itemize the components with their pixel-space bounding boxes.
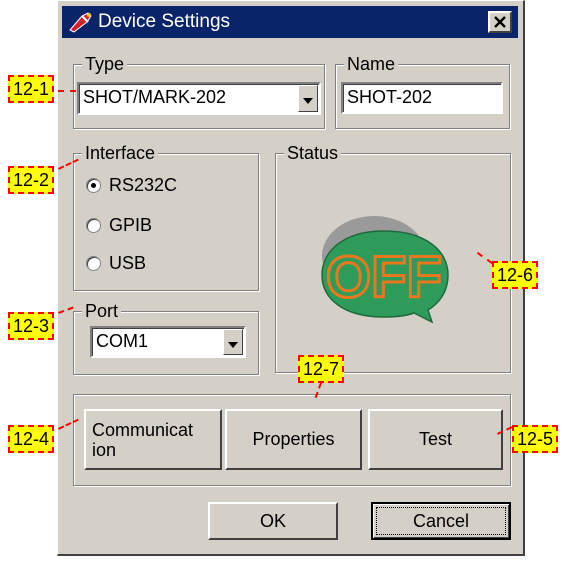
type-label: Type <box>82 53 128 75</box>
radio-usb-label: USB <box>109 252 147 273</box>
cancel-button[interactable]: Cancel <box>371 502 511 540</box>
port-dropdown-button[interactable] <box>223 329 243 355</box>
callout-12-7: 12-7 <box>298 355 345 383</box>
properties-button[interactable]: Properties <box>225 409 362 470</box>
power-status-icon: OFF <box>321 216 449 324</box>
chevron-down-icon <box>228 332 238 353</box>
callout-12-2: 12-2 <box>8 166 55 194</box>
action-buttons-group: Communicat ion Properties Test <box>73 394 511 486</box>
callout-12-3: 12-3 <box>8 312 55 340</box>
title-bar[interactable]: Device Settings <box>62 6 518 38</box>
port-group: Port COM1 <box>73 300 259 375</box>
callout-leader-12-1 <box>58 90 76 92</box>
type-dropdown-button[interactable] <box>298 85 318 112</box>
port-label: Port <box>82 300 122 322</box>
callout-12-4: 12-4 <box>8 425 55 453</box>
ok-button-label: OK <box>259 510 286 531</box>
cancel-button-label: Cancel <box>412 510 470 531</box>
type-group: Type SHOT/MARK-202 <box>73 53 325 129</box>
status-off-text: OFF <box>326 245 442 310</box>
callout-12-5: 12-5 <box>512 425 559 453</box>
radio-gpib[interactable]: GPIB <box>86 213 152 237</box>
chevron-down-icon <box>303 88 313 109</box>
window-title: Device Settings <box>98 11 231 32</box>
name-field[interactable]: SHOT-202 <box>341 82 503 114</box>
radio-rs232c-label: RS232C <box>109 174 178 195</box>
radio-rs232c[interactable]: RS232C <box>86 173 177 197</box>
status-group: Status OFF <box>275 142 511 373</box>
radio-button-icon <box>86 217 101 233</box>
communication-button[interactable]: Communicat ion <box>84 409 222 470</box>
type-select-value: SHOT/MARK-202 <box>83 87 227 107</box>
close-button[interactable] <box>488 11 512 33</box>
radio-button-icon <box>86 177 101 193</box>
radio-button-icon <box>86 255 101 271</box>
port-select-value: COM1 <box>96 331 149 351</box>
radio-gpib-label: GPIB <box>109 214 153 235</box>
status-label: Status <box>284 142 342 164</box>
name-label: Name <box>344 53 399 75</box>
device-settings-dialog: Device Settings Type SHOT/MARK-202 Name … <box>57 0 525 556</box>
callout-12-1: 12-1 <box>8 75 55 103</box>
close-icon <box>494 12 506 33</box>
test-button-label: Test <box>418 429 452 449</box>
test-button[interactable]: Test <box>368 409 503 470</box>
interface-label: Interface <box>82 142 159 164</box>
name-group: Name SHOT-202 <box>335 53 510 129</box>
ok-button[interactable]: OK <box>208 502 338 540</box>
communication-button-label-2: ion <box>92 439 117 460</box>
interface-group: Interface RS232C GPIB USB <box>73 142 259 291</box>
callout-12-6: 12-6 <box>492 261 539 289</box>
port-select[interactable]: COM1 <box>90 326 246 358</box>
status-indicator: OFF <box>314 209 464 329</box>
type-select[interactable]: SHOT/MARK-202 <box>77 82 321 115</box>
radio-usb[interactable]: USB <box>86 251 146 275</box>
properties-button-label: Properties <box>252 429 335 449</box>
communication-button-label-1: Communicat <box>92 419 194 440</box>
device-app-icon <box>68 10 94 34</box>
